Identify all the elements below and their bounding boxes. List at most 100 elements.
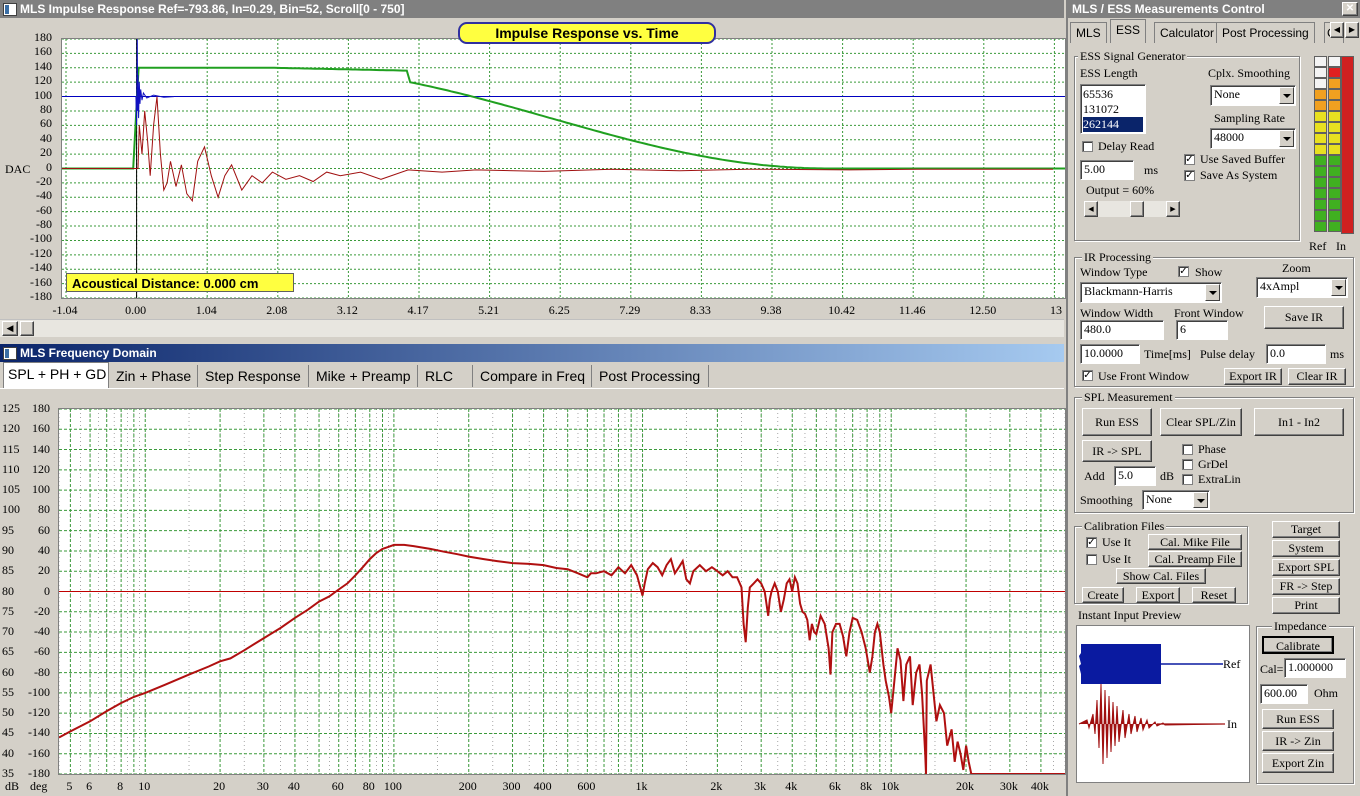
target-button[interactable]: Target <box>1272 521 1340 538</box>
clear-ir-button[interactable]: Clear IR <box>1288 368 1346 385</box>
tab-scroll-left-button[interactable]: ◀ <box>1330 22 1344 38</box>
chevron-down-icon[interactable] <box>1279 87 1294 104</box>
deg-tick-label: -100 <box>28 684 50 699</box>
use-saved-buffer-checkbox[interactable]: ✓ <box>1184 154 1195 165</box>
tab-post-processing[interactable]: Post Processing <box>1216 22 1315 43</box>
cal-create-button[interactable]: Create <box>1082 587 1124 603</box>
ir-to-spl-button[interactable]: IR -> SPL <box>1082 440 1152 462</box>
slider-left-button[interactable]: ◀ <box>1084 201 1098 217</box>
run-ess-button[interactable]: Run ESS <box>1082 408 1152 436</box>
ess-length-list[interactable]: 65536 131072 262144 <box>1080 84 1146 134</box>
use-mike-cal-checkbox[interactable]: ✓ <box>1086 537 1097 548</box>
print-button[interactable]: Print <box>1272 597 1340 614</box>
export-zin-button[interactable]: Export Zin <box>1262 753 1334 773</box>
freq-x-tick-label: 40k <box>1030 779 1049 793</box>
cal-preamp-file-button[interactable]: Cal. Preamp File <box>1148 551 1242 567</box>
window-width-input[interactable]: 480.0 <box>1080 320 1164 340</box>
export-ir-button[interactable]: Export IR <box>1224 368 1282 385</box>
freq-tab-compare-in-freq[interactable]: Compare in Freq <box>476 365 592 387</box>
scroll-thumb[interactable] <box>20 321 34 336</box>
ir-x-tick-label: 3.12 <box>336 303 358 317</box>
close-button[interactable]: ✕ <box>1342 2 1358 16</box>
pulse-delay-input[interactable]: 0.0 <box>1266 344 1326 364</box>
window-type-select[interactable]: Blackmann-Harris <box>1080 282 1222 303</box>
ir-scrollbar[interactable]: ◀ <box>0 319 1064 337</box>
export-spl-button[interactable]: Export SPL <box>1272 559 1340 576</box>
ir-to-zin-button[interactable]: IR -> Zin <box>1262 731 1334 751</box>
freq-x-tick-label: 1k <box>635 779 648 793</box>
fr-step-button[interactable]: FR -> Step <box>1272 578 1340 595</box>
calibrate-button[interactable]: Calibrate <box>1262 636 1334 654</box>
tab-scroll-right-button[interactable]: ▶ <box>1345 22 1359 38</box>
front-window-input[interactable]: 6 <box>1176 320 1228 340</box>
ir-x-tick-label: 8.33 <box>689 303 711 317</box>
cal-reset-button[interactable]: Reset <box>1192 587 1236 603</box>
ir-plot[interactable] <box>61 38 1066 299</box>
ir-x-tick-label: 10.42 <box>828 303 856 317</box>
acoustical-distance-box: Acoustical Distance: 0.000 cm <box>66 273 294 292</box>
extralin-checkbox[interactable] <box>1182 474 1193 485</box>
meter-segment <box>1314 100 1327 111</box>
tab-mls[interactable]: MLS <box>1070 22 1107 43</box>
scroll-left-button[interactable]: ◀ <box>2 321 18 336</box>
smoothing-select[interactable]: None <box>1142 490 1210 510</box>
delay-input[interactable]: 5.00 <box>1080 160 1134 180</box>
chevron-down-icon[interactable] <box>1193 492 1208 508</box>
freq-tab-post-processing[interactable]: Post Processing <box>595 365 709 387</box>
slider-thumb[interactable] <box>1130 201 1144 217</box>
show-window-checkbox[interactable]: ✓ <box>1178 266 1189 277</box>
show-cal-files-button[interactable]: Show Cal. Files <box>1116 568 1206 584</box>
delay-unit: ms <box>1144 163 1159 177</box>
ess-length-option[interactable]: 65536 <box>1083 87 1143 102</box>
output-slider[interactable]: ◀ ▶ <box>1084 201 1180 217</box>
freq-tab-zin-phase[interactable]: Zin + Phase <box>112 365 198 387</box>
smoothing-value: None <box>1146 492 1172 506</box>
tab-calculator[interactable]: Calculator <box>1154 22 1221 43</box>
chevron-down-icon[interactable] <box>1331 279 1346 296</box>
in1-in2-button[interactable]: In1 - In2 <box>1254 408 1344 436</box>
freq-tab-step-response[interactable]: Step Response <box>201 365 309 387</box>
freq-tab-spl-ph-gd[interactable]: SPL + PH + GD <box>3 362 109 388</box>
meter-segment <box>1328 111 1341 122</box>
side-panel-titlebar[interactable]: MLS / ESS Measurements Control ✕ <box>1068 0 1360 18</box>
cplx-smoothing-select[interactable]: None <box>1210 85 1296 106</box>
db-tick-label: 90 <box>2 542 14 557</box>
chevron-down-icon[interactable] <box>1279 130 1294 147</box>
save-ir-button[interactable]: Save IR <box>1264 306 1344 329</box>
phase-checkbox[interactable] <box>1182 444 1193 455</box>
cal-mike-file-button[interactable]: Cal. Mike File <box>1148 534 1242 550</box>
cal-value-input[interactable]: 1.000000 <box>1284 658 1346 678</box>
ohm-input[interactable]: 600.00 <box>1260 684 1308 704</box>
clear-spl-zin-button[interactable]: Clear SPL/Zin <box>1160 408 1242 436</box>
save-as-system-checkbox[interactable]: ✓ <box>1184 170 1195 181</box>
meter-segment <box>1314 199 1327 210</box>
ir-window-titlebar[interactable]: MLS Impulse Response Ref=-793.86, In=0.2… <box>0 0 1064 18</box>
chevron-down-icon[interactable] <box>1205 284 1220 301</box>
add-db-input[interactable]: 5.0 <box>1114 466 1156 486</box>
use-preamp-cal-checkbox[interactable] <box>1086 554 1097 565</box>
freq-plot[interactable] <box>58 408 1066 775</box>
slider-right-button[interactable]: ▶ <box>1166 201 1180 217</box>
delay-read-checkbox[interactable] <box>1082 141 1093 152</box>
ess-length-option[interactable]: 131072 <box>1083 102 1143 117</box>
freq-tab-rlc[interactable]: RLC <box>421 365 473 387</box>
freq-tab-mike-preamp[interactable]: Mike + Preamp <box>312 365 418 387</box>
system-button[interactable]: System <box>1272 540 1340 557</box>
ess-length-option-selected[interactable]: 262144 <box>1083 117 1143 132</box>
freq-window-titlebar[interactable]: MLS Frequency Domain <box>0 344 1064 362</box>
time-input[interactable]: 10.0000 <box>1080 344 1140 364</box>
tab-ess[interactable]: ESS <box>1110 19 1147 43</box>
cplx-smoothing-label: Cplx. Smoothing <box>1208 66 1291 80</box>
imp-run-ess-button[interactable]: Run ESS <box>1262 709 1334 729</box>
meter-segment <box>1328 210 1341 221</box>
cal-export-button[interactable]: Export <box>1136 587 1180 603</box>
grdel-checkbox[interactable] <box>1182 459 1193 470</box>
zoom-select[interactable]: 4xAmpl <box>1256 277 1348 298</box>
meter-segment <box>1314 122 1327 133</box>
ohm-label: Ohm <box>1314 686 1338 700</box>
sampling-rate-select[interactable]: 48000 <box>1210 128 1296 149</box>
show-window-label: Show <box>1195 265 1223 279</box>
ir-x-tick-label: 4.17 <box>407 303 429 317</box>
use-front-window-checkbox[interactable]: ✓ <box>1082 370 1093 381</box>
impedance-group-title: Impedance <box>1272 619 1329 634</box>
